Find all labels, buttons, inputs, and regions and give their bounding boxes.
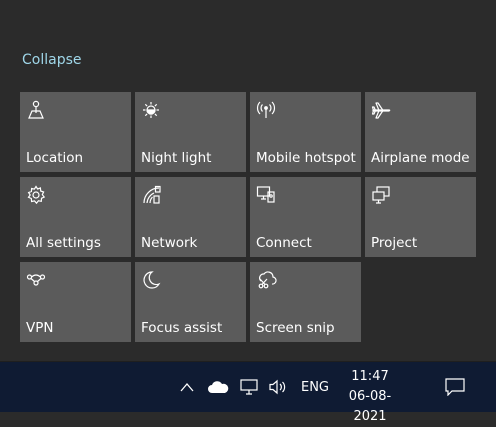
network-monitor-icon[interactable] xyxy=(238,362,260,412)
tile-network[interactable]: Network xyxy=(135,177,246,257)
moon-icon xyxy=(140,269,162,291)
clock-time: 11:47 xyxy=(351,369,389,384)
taskbar: ENG 11:47 06-08-2021 xyxy=(0,362,496,424)
tile-all-settings[interactable]: All settings xyxy=(20,177,131,257)
tile-label: Night light xyxy=(141,150,212,166)
tile-label: Mobile hotspot xyxy=(256,150,356,166)
tile-night-light[interactable]: Night light xyxy=(135,92,246,172)
mobile-hotspot-icon xyxy=(255,99,277,121)
screen-snip-icon xyxy=(255,269,277,291)
tile-connect[interactable]: Connect xyxy=(250,177,361,257)
action-center-panel: Collapse Location Night light Mobile hot… xyxy=(0,0,496,362)
airplane-icon xyxy=(370,99,392,121)
collapse-link[interactable]: Collapse xyxy=(22,52,82,68)
tile-label: All settings xyxy=(26,235,101,251)
network-icon xyxy=(140,184,162,206)
tile-label: Focus assist xyxy=(141,320,223,336)
tile-label: Location xyxy=(26,150,84,166)
tile-screen-snip[interactable]: Screen snip xyxy=(250,262,361,342)
tile-label: Project xyxy=(371,235,418,251)
tile-label: VPN xyxy=(26,320,54,336)
tile-mobile-hotspot[interactable]: Mobile hotspot xyxy=(250,92,361,172)
volume-icon[interactable] xyxy=(266,362,290,412)
tile-airplane-mode[interactable]: Airplane mode xyxy=(365,92,476,172)
tile-location[interactable]: Location xyxy=(20,92,131,172)
tile-label: Airplane mode xyxy=(371,150,470,166)
night-light-icon xyxy=(140,99,162,121)
vpn-icon xyxy=(25,269,47,291)
tile-vpn[interactable]: VPN xyxy=(20,262,131,342)
onedrive-cloud-icon[interactable] xyxy=(206,362,230,412)
clock-date: 06-08-2021 xyxy=(348,389,392,424)
connect-icon xyxy=(255,184,277,206)
chevron-up-icon[interactable] xyxy=(177,362,197,412)
gear-icon xyxy=(25,184,47,206)
language-indicator[interactable]: ENG xyxy=(297,362,333,412)
location-icon xyxy=(25,99,47,121)
tile-project[interactable]: Project xyxy=(365,177,476,257)
tile-focus-assist[interactable]: Focus assist xyxy=(135,262,246,342)
tile-label: Connect xyxy=(256,235,312,251)
clock[interactable]: 11:47 06-08-2021 xyxy=(340,367,400,427)
tile-label: Screen snip xyxy=(256,320,335,336)
tile-label: Network xyxy=(141,235,198,251)
notification-icon[interactable] xyxy=(432,362,478,412)
project-icon xyxy=(370,184,392,206)
